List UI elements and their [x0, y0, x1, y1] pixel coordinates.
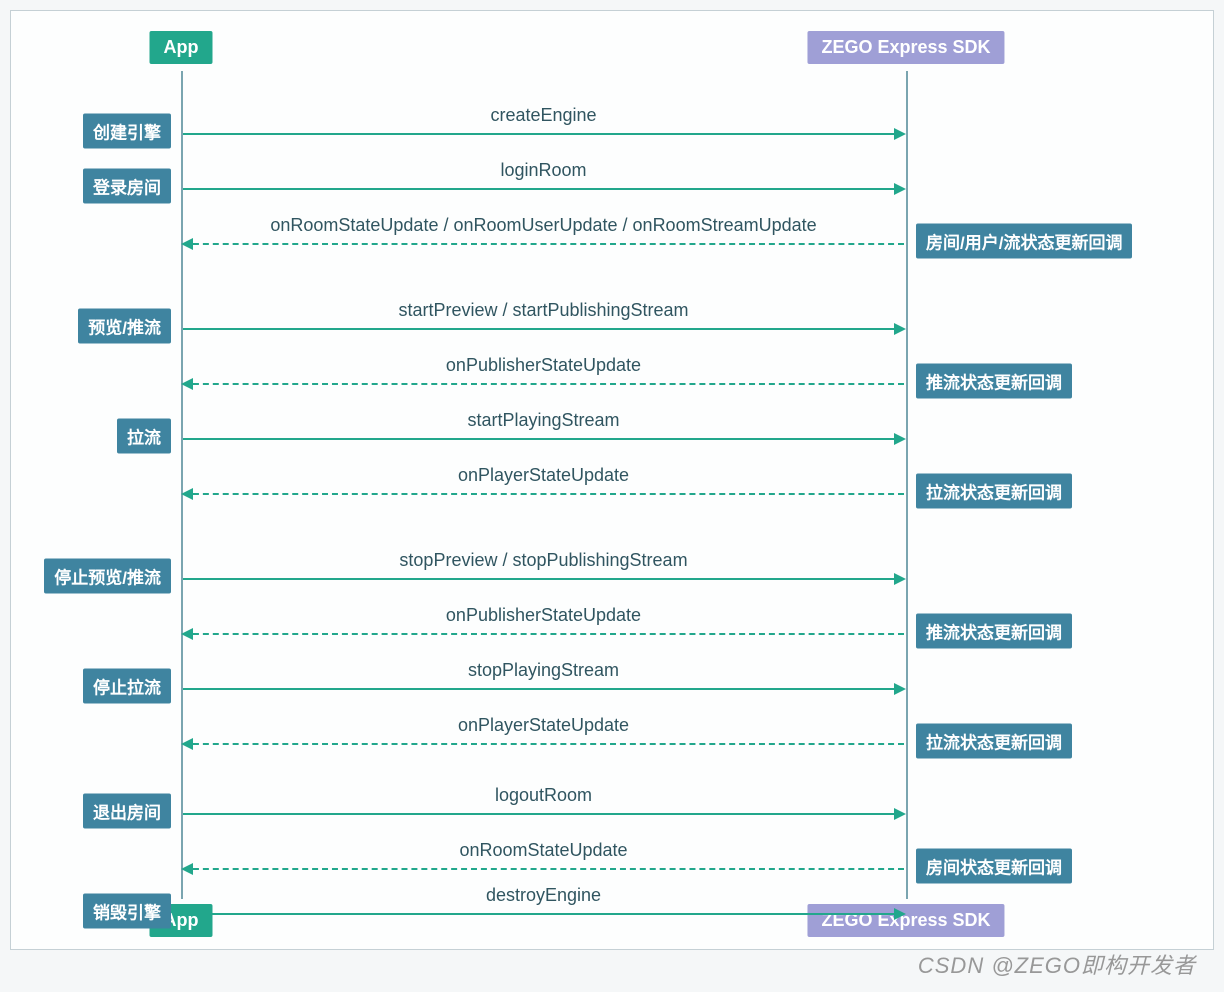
- arrow-forward: [183, 133, 904, 135]
- step-tag-left: 停止预览/推流: [44, 559, 171, 594]
- message-label: onRoomStateUpdate / onRoomUserUpdate / o…: [183, 215, 904, 236]
- sequence-diagram: App ZEGO Express SDK App ZEGO Express SD…: [10, 10, 1214, 950]
- arrow-forward: [183, 188, 904, 190]
- arrowhead-icon: [894, 323, 906, 335]
- message-label: onPublisherStateUpdate: [183, 355, 904, 376]
- arrow-return: [183, 243, 904, 245]
- participant-sdk-top: ZEGO Express SDK: [807, 31, 1004, 64]
- arrowhead-icon: [894, 433, 906, 445]
- message-row: 登录房间loginRoom: [11, 166, 1213, 206]
- step-tag-left: 登录房间: [83, 169, 171, 204]
- callback-tag-right: 拉流状态更新回调: [916, 724, 1072, 759]
- message-label: stopPlayingStream: [183, 660, 904, 681]
- step-tag-left: 预览/推流: [78, 309, 171, 344]
- arrowhead-icon: [894, 128, 906, 140]
- message-row: 销毁引擎destroyEngine: [11, 891, 1213, 931]
- callback-tag-right: 拉流状态更新回调: [916, 474, 1072, 509]
- arrow-forward: [183, 438, 904, 440]
- message-row: 拉流状态更新回调onPlayerStateUpdate: [11, 471, 1213, 511]
- participant-app-top: App: [150, 31, 213, 64]
- message-label: onPlayerStateUpdate: [183, 715, 904, 736]
- arrowhead-icon: [894, 183, 906, 195]
- callback-tag-right: 推流状态更新回调: [916, 364, 1072, 399]
- arrow-forward: [183, 328, 904, 330]
- step-tag-left: 创建引擎: [83, 114, 171, 149]
- arrow-forward: [183, 688, 904, 690]
- message-row: 停止预览/推流stopPreview / stopPublishingStrea…: [11, 556, 1213, 596]
- message-row: 预览/推流startPreview / startPublishingStrea…: [11, 306, 1213, 346]
- message-row: 房间/用户/流状态更新回调onRoomStateUpdate / onRoomU…: [11, 221, 1213, 261]
- message-label: destroyEngine: [183, 885, 904, 906]
- arrowhead-icon: [181, 628, 193, 640]
- message-row: 推流状态更新回调onPublisherStateUpdate: [11, 611, 1213, 651]
- arrowhead-icon: [181, 488, 193, 500]
- message-label: onRoomStateUpdate: [183, 840, 904, 861]
- arrowhead-icon: [181, 863, 193, 875]
- message-label: loginRoom: [183, 160, 904, 181]
- message-label: stopPreview / stopPublishingStream: [183, 550, 904, 571]
- message-row: 拉流startPlayingStream: [11, 416, 1213, 456]
- arrowhead-icon: [894, 908, 906, 920]
- arrowhead-icon: [181, 238, 193, 250]
- arrow-return: [183, 868, 904, 870]
- message-label: onPlayerStateUpdate: [183, 465, 904, 486]
- arrowhead-icon: [894, 573, 906, 585]
- message-label: logoutRoom: [183, 785, 904, 806]
- arrowhead-icon: [181, 378, 193, 390]
- step-tag-left: 停止拉流: [83, 669, 171, 704]
- message-row: 创建引擎createEngine: [11, 111, 1213, 151]
- message-label: startPlayingStream: [183, 410, 904, 431]
- arrow-forward: [183, 578, 904, 580]
- callback-tag-right: 房间/用户/流状态更新回调: [916, 224, 1132, 259]
- watermark: CSDN @ZEGO即构开发者: [918, 948, 1196, 980]
- message-row: 停止拉流stopPlayingStream: [11, 666, 1213, 706]
- message-row: 退出房间logoutRoom: [11, 791, 1213, 831]
- step-tag-left: 退出房间: [83, 794, 171, 829]
- arrow-return: [183, 743, 904, 745]
- step-tag-left: 拉流: [117, 419, 171, 454]
- arrow-return: [183, 493, 904, 495]
- arrowhead-icon: [894, 808, 906, 820]
- callback-tag-right: 推流状态更新回调: [916, 614, 1072, 649]
- message-label: onPublisherStateUpdate: [183, 605, 904, 626]
- arrowhead-icon: [181, 738, 193, 750]
- callback-tag-right: 房间状态更新回调: [916, 849, 1072, 884]
- message-row: 拉流状态更新回调onPlayerStateUpdate: [11, 721, 1213, 761]
- arrow-forward: [183, 813, 904, 815]
- arrow-return: [183, 383, 904, 385]
- arrow-return: [183, 633, 904, 635]
- message-row: 推流状态更新回调onPublisherStateUpdate: [11, 361, 1213, 401]
- arrowhead-icon: [894, 683, 906, 695]
- step-tag-left: 销毁引擎: [83, 894, 171, 929]
- message-label: createEngine: [183, 105, 904, 126]
- message-row: 房间状态更新回调onRoomStateUpdate: [11, 846, 1213, 886]
- message-label: startPreview / startPublishingStream: [183, 300, 904, 321]
- arrow-forward: [183, 913, 904, 915]
